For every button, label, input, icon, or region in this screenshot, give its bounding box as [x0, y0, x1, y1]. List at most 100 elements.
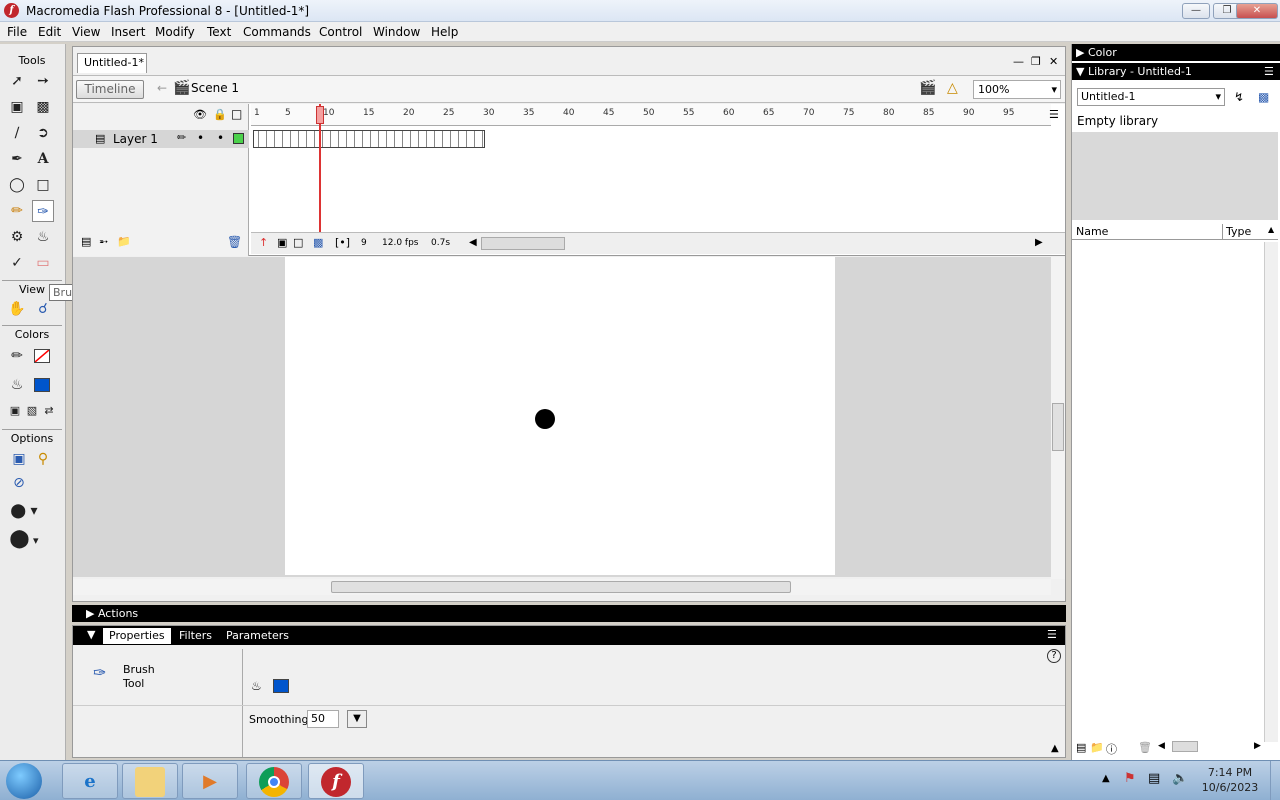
new-library-panel-icon[interactable]: ↯: [1234, 90, 1244, 104]
minimize-button[interactable]: —: [1182, 3, 1210, 19]
tab-filters[interactable]: Filters: [173, 628, 218, 644]
free-transform-tool-icon[interactable]: ▣: [6, 96, 28, 118]
modify-onion-markers-icon[interactable]: [•]: [335, 236, 350, 249]
expanded-arrow-icon[interactable]: ▼: [87, 628, 95, 641]
lasso-tool-icon[interactable]: ➲: [32, 122, 54, 144]
pin-library-icon[interactable]: ▩: [1258, 90, 1269, 104]
brush-dot-shape[interactable]: [535, 409, 555, 429]
outline-icon[interactable]: □: [231, 107, 242, 121]
fill-color-swatch[interactable]: [273, 679, 289, 693]
taskbar-chrome[interactable]: [246, 763, 302, 799]
fill-color-swatch[interactable]: [34, 378, 50, 392]
color-panel-header[interactable]: ▶ Color: [1072, 44, 1280, 61]
timeline-menu-icon[interactable]: ☰: [1049, 108, 1059, 121]
new-symbol-icon[interactable]: ▤: [1076, 741, 1086, 754]
sort-up-icon[interactable]: ▲: [1268, 225, 1274, 234]
volume-icon[interactable]: 🔈: [1172, 771, 1188, 786]
library-horizontal-thumb[interactable]: [1172, 741, 1198, 752]
eraser-tool-icon[interactable]: ▭: [32, 252, 54, 274]
start-button[interactable]: [6, 763, 42, 799]
brush-mode-icon[interactable]: ⊘: [8, 472, 30, 494]
taskbar-media-player[interactable]: ▶: [182, 763, 238, 799]
actions-panel-header[interactable]: ▶ Actions: [72, 605, 1066, 622]
menu-window[interactable]: Window: [373, 25, 420, 39]
brush-tool-icon[interactable]: ✑: [32, 200, 54, 222]
stage-vertical-scrollbar[interactable]: [1051, 257, 1065, 579]
timeline-toggle-button[interactable]: Timeline: [76, 80, 144, 99]
menu-file[interactable]: File: [7, 25, 27, 39]
pen-tool-icon[interactable]: ✒: [6, 148, 28, 170]
tab-parameters[interactable]: Parameters: [220, 628, 295, 644]
menu-help[interactable]: Help: [431, 25, 458, 39]
gradient-transform-tool-icon[interactable]: ▩: [32, 96, 54, 118]
menu-commands[interactable]: Commands: [243, 25, 311, 39]
tab-properties[interactable]: Properties: [103, 628, 171, 644]
object-drawing-icon[interactable]: ▣: [8, 448, 30, 470]
smoothing-dropdown-button[interactable]: ▼: [347, 710, 367, 728]
delete-icon[interactable]: 🗑: [1138, 741, 1152, 754]
onion-outlines-icon[interactable]: □: [293, 236, 303, 249]
scroll-right-icon[interactable]: ▶: [1035, 237, 1043, 248]
frame-ruler[interactable]: 1 5 10 15 20 25 30 35 40 45 50 55 60 65 …: [251, 104, 1051, 126]
panel-menu-icon[interactable]: ☰: [1047, 628, 1057, 641]
smoothing-input[interactable]: 50: [307, 710, 339, 728]
lock-icon[interactable]: 🔒: [213, 108, 227, 121]
menu-modify[interactable]: Modify: [155, 25, 195, 39]
insert-layer-icon[interactable]: ▤: [81, 235, 91, 248]
onion-skin-icon[interactable]: ▣: [277, 236, 287, 249]
oval-tool-icon[interactable]: ◯: [6, 174, 28, 196]
expand-panel-icon[interactable]: ▲: [1051, 743, 1059, 754]
library-vertical-scrollbar[interactable]: [1264, 242, 1278, 742]
center-frame-icon[interactable]: ↑: [259, 236, 268, 249]
keyframe-span[interactable]: [253, 130, 485, 148]
menu-control[interactable]: Control: [319, 25, 362, 39]
menu-insert[interactable]: Insert: [111, 25, 145, 39]
taskbar-flash[interactable]: f: [308, 763, 364, 799]
doc-close-icon[interactable]: ✕: [1049, 55, 1058, 68]
properties-icon[interactable]: ⓘ: [1106, 741, 1117, 757]
zoom-tool-icon[interactable]: ☌: [32, 298, 54, 320]
vertical-scroll-thumb[interactable]: [1052, 403, 1064, 451]
stroke-color-swatch[interactable]: [34, 349, 50, 363]
menu-edit[interactable]: Edit: [38, 25, 61, 39]
motion-guide-icon[interactable]: ➵: [99, 235, 108, 248]
insert-folder-icon[interactable]: 📁: [117, 235, 131, 248]
scroll-left-icon[interactable]: ◀: [1158, 741, 1165, 751]
library-panel-header[interactable]: ▼ Library - Untitled-1 ☰: [1072, 63, 1280, 80]
outline-color-icon[interactable]: [233, 133, 244, 144]
taskbar-internet-explorer[interactable]: e: [62, 763, 118, 799]
delete-layer-icon[interactable]: 🗑: [227, 235, 242, 249]
new-folder-icon[interactable]: 📁: [1090, 741, 1104, 754]
taskbar-file-explorer[interactable]: [122, 763, 178, 799]
doc-restore-icon[interactable]: ❐: [1031, 55, 1041, 68]
visibility-dot-icon[interactable]: •: [197, 131, 204, 145]
brush-size-dropdown[interactable]: ⬤ ▾: [4, 500, 44, 522]
playhead-handle[interactable]: [316, 106, 324, 124]
hand-tool-icon[interactable]: ✋: [6, 298, 28, 320]
swap-colors-icon[interactable]: ⇄: [38, 400, 60, 422]
column-name[interactable]: Name: [1076, 225, 1108, 238]
stage-horizontal-scrollbar[interactable]: [73, 579, 1051, 595]
network-icon[interactable]: ▤: [1148, 771, 1160, 786]
menu-text[interactable]: Text: [207, 25, 231, 39]
text-tool-icon[interactable]: A: [32, 148, 54, 170]
scroll-right-icon[interactable]: ▶: [1254, 741, 1261, 751]
selection-tool-icon[interactable]: ➚: [6, 70, 28, 92]
layer-row[interactable]: ▤ Layer 1 ✏ • •: [73, 130, 249, 148]
rectangle-tool-icon[interactable]: □: [32, 174, 54, 196]
doc-minimize-icon[interactable]: —: [1013, 55, 1024, 68]
help-icon[interactable]: ?: [1047, 649, 1061, 663]
column-type[interactable]: Type: [1226, 225, 1251, 238]
lock-fill-icon[interactable]: ⚲: [32, 448, 54, 470]
document-tab[interactable]: Untitled-1*: [77, 53, 147, 73]
scroll-left-icon[interactable]: ◀: [469, 237, 477, 248]
edit-multiple-frames-icon[interactable]: ▩: [313, 236, 323, 249]
line-tool-icon[interactable]: ∕: [6, 122, 28, 144]
menu-view[interactable]: View: [72, 25, 100, 39]
show-hidden-icons-icon[interactable]: ▲: [1102, 773, 1110, 784]
subselection-tool-icon[interactable]: ➙: [32, 70, 54, 92]
action-center-icon[interactable]: ⚑: [1124, 771, 1136, 786]
paint-bucket-tool-icon[interactable]: ♨: [32, 226, 54, 248]
library-select[interactable]: Untitled-1 ▾: [1077, 88, 1225, 106]
back-arrow-icon[interactable]: ←: [157, 81, 167, 95]
